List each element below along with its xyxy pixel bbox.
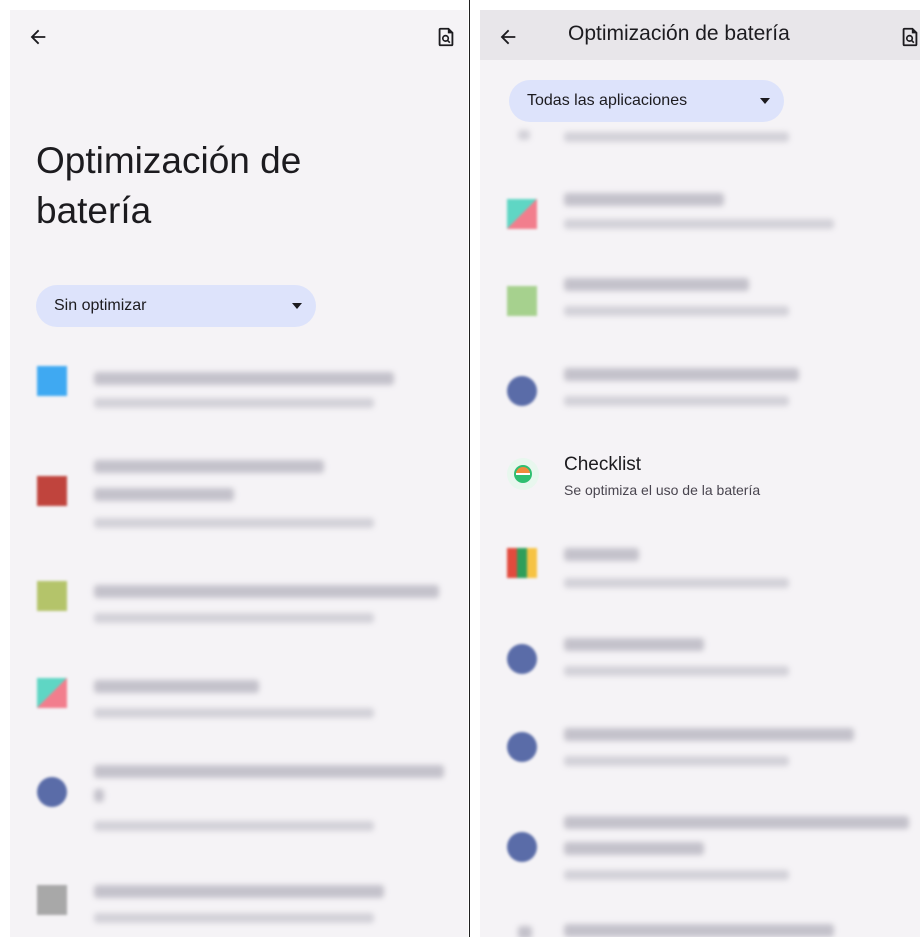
app-name-redacted xyxy=(564,368,799,381)
list-item[interactable] xyxy=(10,450,468,540)
app-status-redacted xyxy=(564,870,789,880)
app-name-redacted xyxy=(564,728,854,741)
filter-dropdown[interactable]: Todas las aplicaciones xyxy=(509,80,784,122)
screenshot-divider xyxy=(469,0,470,937)
app-status-redacted xyxy=(564,306,789,316)
app-name-redacted xyxy=(94,488,234,501)
app-icon xyxy=(37,476,67,506)
app-name-redacted xyxy=(94,765,444,778)
app-icon xyxy=(37,678,67,708)
app-name-redacted xyxy=(94,885,384,898)
arrow-left-icon xyxy=(500,29,516,45)
list-item[interactable] xyxy=(10,875,468,935)
app-status-redacted xyxy=(94,708,374,718)
checklist-app-icon xyxy=(507,458,539,490)
list-item[interactable] xyxy=(10,575,468,635)
list-item[interactable] xyxy=(480,720,920,780)
app-icon xyxy=(37,366,67,396)
list-item[interactable] xyxy=(480,630,920,690)
search-button[interactable] xyxy=(430,21,462,53)
app-icon xyxy=(507,199,537,229)
app-name-redacted xyxy=(94,372,394,385)
app-icon xyxy=(507,376,537,406)
filter-dropdown-label: Todas las aplicaciones xyxy=(527,92,688,109)
app-icon xyxy=(518,130,530,140)
app-icon xyxy=(518,926,532,937)
app-status: Se optimiza el uso de la batería xyxy=(564,482,761,498)
app-status-redacted xyxy=(564,396,789,406)
app-name-redacted xyxy=(94,680,259,693)
app-name-redacted xyxy=(564,816,909,829)
top-app-bar xyxy=(10,10,468,60)
app-status-redacted xyxy=(94,613,374,623)
app-status-redacted xyxy=(94,913,374,923)
app-status-redacted xyxy=(564,219,834,229)
app-icon xyxy=(37,777,67,807)
filter-dropdown[interactable]: Sin optimizar xyxy=(36,285,316,327)
filter-dropdown-label: Sin optimizar xyxy=(54,297,147,314)
list-item[interactable] xyxy=(10,360,468,420)
list-item[interactable] xyxy=(480,922,920,937)
app-name-redacted xyxy=(564,548,639,561)
page-title: Optimización de batería xyxy=(36,140,302,231)
page-title: Optimización de batería xyxy=(568,22,790,45)
app-icon xyxy=(507,832,537,862)
back-button[interactable] xyxy=(492,21,524,53)
list-item[interactable] xyxy=(480,360,920,420)
app-status-redacted xyxy=(564,578,789,588)
right-screen: Optimización de batería Todas las aplica… xyxy=(480,10,920,937)
app-name-redacted xyxy=(94,460,324,473)
app-icon xyxy=(507,286,537,316)
dropdown-arrow-icon xyxy=(760,98,770,104)
list-item[interactable] xyxy=(480,540,920,600)
app-status-redacted xyxy=(94,518,374,528)
list-item[interactable] xyxy=(480,810,920,890)
app-name-redacted xyxy=(564,193,724,206)
app-icon xyxy=(37,885,67,915)
app-name-redacted xyxy=(564,924,834,937)
list-item[interactable] xyxy=(10,755,468,845)
app-name-redacted xyxy=(564,278,749,291)
app-name-redacted xyxy=(94,585,439,598)
dropdown-arrow-icon xyxy=(292,303,302,309)
app-status-redacted xyxy=(94,398,374,408)
app-name-redacted xyxy=(564,842,704,855)
app-status-redacted xyxy=(564,132,789,142)
app-icon xyxy=(507,548,537,578)
app-status-redacted xyxy=(564,666,789,676)
app-name-redacted xyxy=(564,638,704,651)
app-icon xyxy=(507,732,537,762)
app-status-redacted xyxy=(564,756,789,766)
top-app-bar: Optimización de batería xyxy=(480,10,920,60)
arrow-left-icon xyxy=(30,29,46,45)
list-item[interactable] xyxy=(10,670,468,730)
checklist-logo-icon xyxy=(514,465,532,483)
list-item[interactable] xyxy=(480,122,920,152)
back-button[interactable] xyxy=(22,21,54,53)
list-item[interactable] xyxy=(480,270,920,330)
search-in-page-icon xyxy=(438,27,454,47)
app-name: Checklist xyxy=(564,454,642,475)
app-name-redacted xyxy=(94,789,104,802)
left-screen: Optimización de batería Sin optimizar xyxy=(10,10,468,937)
app-icon xyxy=(507,644,537,674)
app-icon xyxy=(37,581,67,611)
search-button[interactable] xyxy=(894,21,920,53)
search-in-page-icon xyxy=(902,27,918,47)
list-item[interactable] xyxy=(480,185,920,245)
list-item-checklist[interactable]: Checklist Se optimiza el uso de la bater… xyxy=(480,450,920,512)
app-status-redacted xyxy=(94,821,374,831)
